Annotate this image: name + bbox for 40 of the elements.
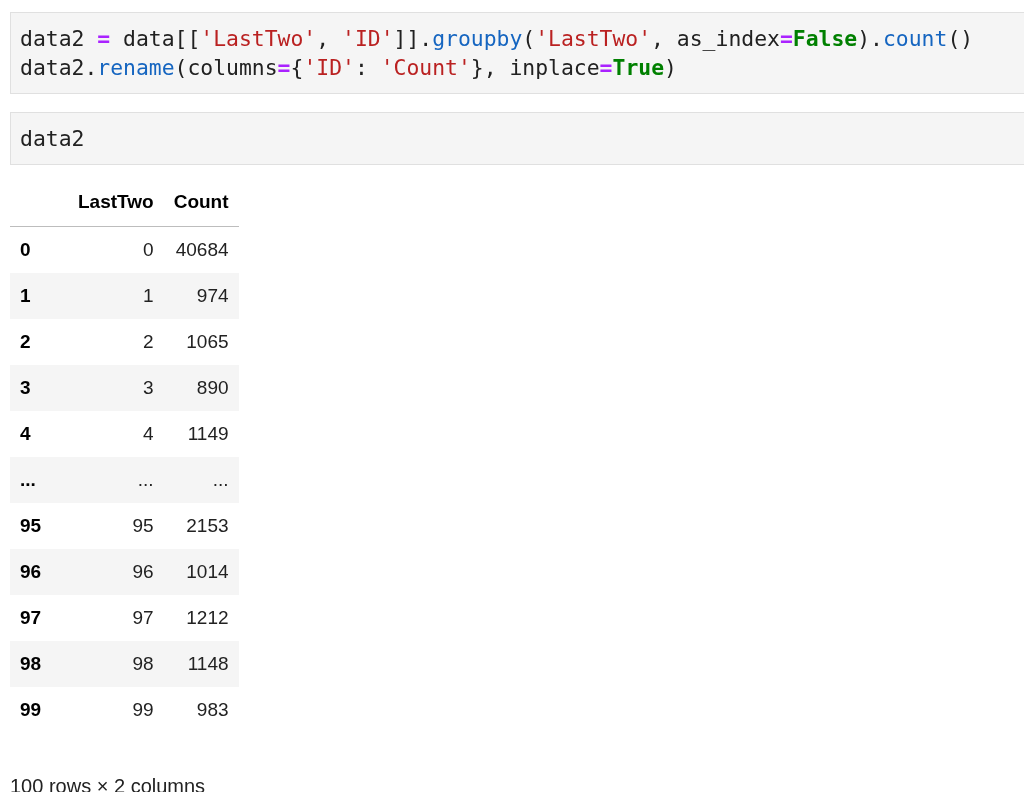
code-line: data2 = data[['LastTwo', 'ID']].groupby('LastTwo', as_index=False).count() bbox=[20, 25, 975, 53]
row-index: ... bbox=[10, 457, 68, 503]
row-index: 4 bbox=[10, 411, 68, 457]
table-cell: 983 bbox=[163, 687, 239, 733]
column-header: LastTwo bbox=[68, 181, 164, 227]
table-cell: ... bbox=[163, 457, 239, 503]
table-cell: 97 bbox=[68, 595, 164, 641]
table-cell: 3 bbox=[68, 365, 164, 411]
code-cell[interactable]: data2 = data[['LastTwo', 'ID']].groupby('LastTwo', as_index=False).count() data2.rename(columns={'ID': 'Count'}, inplace=True) bbox=[10, 12, 1024, 94]
row-index: 2 bbox=[10, 319, 68, 365]
code-line: data2.rename(columns={'ID': 'Count'}, inplace=True) bbox=[20, 54, 678, 82]
table-cell: 890 bbox=[163, 365, 239, 411]
table-cell: 40684 bbox=[163, 226, 239, 273]
table-cell: 1148 bbox=[163, 641, 239, 687]
row-index: 1 bbox=[10, 273, 68, 319]
row-index: 98 bbox=[10, 641, 68, 687]
table-cell: 1065 bbox=[163, 319, 239, 365]
table-cell: ... bbox=[68, 457, 164, 503]
table-cell: 96 bbox=[68, 549, 164, 595]
table-cell: 0 bbox=[68, 226, 164, 273]
code-cell[interactable]: data2 bbox=[10, 112, 1024, 165]
row-index: 95 bbox=[10, 503, 68, 549]
row-index: 0 bbox=[10, 226, 68, 273]
table-cell: 4 bbox=[68, 411, 164, 457]
table-cell: 2153 bbox=[163, 503, 239, 549]
table-cell: 98 bbox=[68, 641, 164, 687]
code-line: data2 bbox=[20, 125, 86, 153]
table-cell: 974 bbox=[163, 273, 239, 319]
row-index: 96 bbox=[10, 549, 68, 595]
row-index: 99 bbox=[10, 687, 68, 733]
row-index: 3 bbox=[10, 365, 68, 411]
table-cell: 99 bbox=[68, 687, 164, 733]
table-cell: 2 bbox=[68, 319, 164, 365]
table-cell: 95 bbox=[68, 503, 164, 549]
column-header: Count bbox=[163, 181, 239, 227]
table-cell: 1212 bbox=[163, 595, 239, 641]
table-cell: 1 bbox=[68, 273, 164, 319]
table-cell: 1149 bbox=[163, 411, 239, 457]
row-index: 97 bbox=[10, 595, 68, 641]
table-cell: 1014 bbox=[163, 549, 239, 595]
